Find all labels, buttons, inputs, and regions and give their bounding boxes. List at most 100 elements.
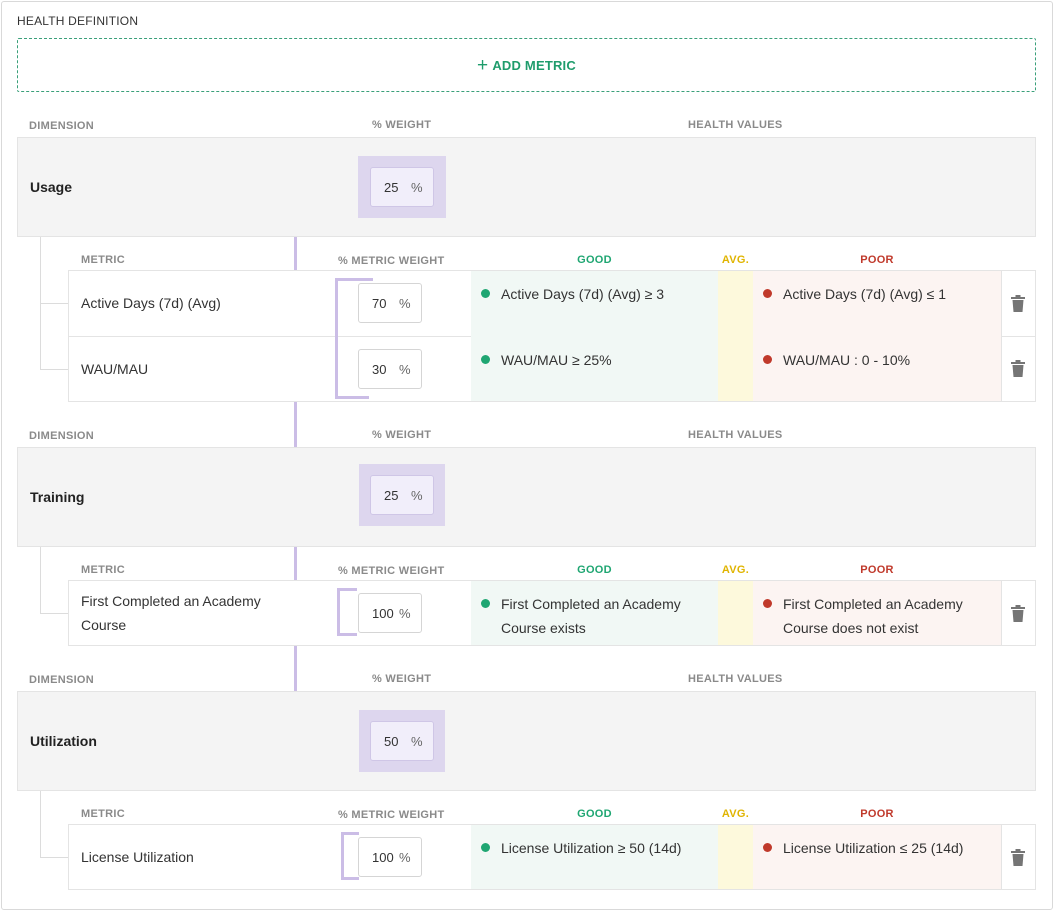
metric-weight-bracket-bottom [335, 396, 369, 399]
poor-value: WAU/MAU : 0 - 10% [783, 352, 911, 368]
metric-weight-header: % METRIC WEIGHT [338, 809, 445, 821]
trash-icon[interactable] [1011, 295, 1025, 312]
dimension-name: Utilization [30, 733, 97, 749]
trash-icon[interactable] [1011, 605, 1025, 622]
good-dot-icon [481, 843, 490, 852]
metric-weight-value: 100 [372, 850, 394, 865]
metric-weight-header: % METRIC WEIGHT [338, 565, 445, 577]
metric-weight-bracket [335, 279, 338, 399]
metric-weight-input[interactable]: 70 % [358, 283, 422, 323]
poor-value: Active Days (7d) (Avg) ≤ 1 [783, 286, 947, 302]
dimension-row-training: Training [17, 447, 1036, 547]
dimension-weight-utilization: 50 % [359, 710, 445, 772]
good-value: WAU/MAU ≥ 25% [501, 352, 612, 368]
good-value: First Completed an Academy Course exists [501, 596, 681, 636]
metric-weight-value: 100 [372, 606, 394, 621]
dimension-weight-input[interactable]: 50 % [370, 721, 434, 761]
good-value: Active Days (7d) (Avg) ≥ 3 [501, 286, 665, 302]
poor-dot-icon [763, 355, 772, 364]
metric-name: Active Days (7d) (Avg) [81, 295, 221, 311]
avg-header: AVG. [721, 808, 750, 820]
good-value: License Utilization ≥ 50 (14d) [501, 840, 682, 856]
dimension-name: Usage [30, 179, 73, 195]
plus-icon: + [477, 54, 489, 76]
dimension-row-usage: Usage [17, 137, 1036, 237]
poor-value: License Utilization ≤ 25 (14d) [783, 840, 964, 856]
weight-header: % WEIGHT [372, 673, 432, 685]
good-header: GOOD [577, 254, 612, 266]
row-divider [69, 336, 471, 337]
health-values-header: HEALTH VALUES [688, 429, 783, 441]
add-metric-button[interactable]: + ADD METRIC [17, 38, 1036, 92]
weight-value: 50 [384, 734, 399, 749]
weight-header: % WEIGHT [372, 429, 432, 441]
metric-weight-unit: % [399, 362, 411, 377]
avg-column [718, 271, 753, 401]
weight-unit: % [411, 180, 423, 195]
health-values-header: HEALTH VALUES [688, 673, 783, 685]
metric-weight-input[interactable]: 100 % [358, 837, 422, 877]
tree-line [40, 857, 68, 858]
dimension-row-utilization: Utilization [17, 691, 1036, 791]
weight-value: 25 [384, 488, 399, 503]
good-dot-icon [481, 355, 490, 364]
weight-header: % WEIGHT [372, 119, 432, 131]
metric-weight-unit: % [399, 850, 411, 865]
metric-weight-unit: % [399, 296, 411, 311]
metric-weight-value: 70 [372, 296, 387, 311]
poor-header: POOR [860, 254, 894, 266]
metric-weight-bracket-top [337, 588, 357, 591]
tree-line [40, 791, 41, 858]
add-metric-label: ADD METRIC [492, 57, 576, 73]
metric-name: WAU/MAU [81, 361, 149, 377]
tree-line [40, 369, 68, 370]
tree-line [40, 547, 41, 614]
good-header: GOOD [577, 564, 612, 576]
avg-column [718, 581, 753, 645]
column-divider [1001, 825, 1002, 889]
metric-header: METRIC [81, 808, 125, 820]
metric-weight-bracket [341, 833, 344, 879]
metric-weight-bracket [337, 589, 340, 635]
poor-value: First Completed an Academy Course does n… [783, 596, 963, 636]
dimension-weight-training: 25 % [359, 464, 445, 526]
dimension-weight-input[interactable]: 25 % [370, 475, 434, 515]
health-definition-panel: HEALTH DEFINITION + ADD METRIC DIMENSION… [1, 1, 1053, 910]
row-divider [1001, 336, 1036, 337]
metric-weight-input[interactable]: 30 % [358, 349, 422, 389]
avg-header: AVG. [721, 254, 750, 266]
metric-weight-value: 30 [372, 362, 387, 377]
metric-group-usage: Active Days (7d) (Avg) 70 % Active Days … [68, 270, 1036, 402]
section-title: HEALTH DEFINITION [17, 14, 139, 28]
metric-name: First Completed an Academy Course [81, 593, 261, 633]
avg-header: AVG. [721, 564, 750, 576]
good-dot-icon [481, 289, 490, 298]
good-dot-icon [481, 599, 490, 608]
poor-dot-icon [763, 599, 772, 608]
metric-weight-bracket-bottom [337, 633, 357, 636]
trash-icon[interactable] [1011, 360, 1025, 377]
poor-dot-icon [763, 843, 772, 852]
tree-line [40, 303, 68, 304]
dimension-weight-usage: 25 % [358, 156, 446, 218]
dimension-name: Training [30, 489, 85, 505]
metric-weight-bracket-top [341, 832, 359, 835]
metric-header: METRIC [81, 254, 125, 266]
weight-value: 25 [384, 180, 399, 195]
dimension-header: DIMENSION [29, 120, 95, 132]
avg-column [718, 825, 753, 889]
trash-icon[interactable] [1011, 849, 1025, 866]
dimension-weight-input[interactable]: 25 % [370, 167, 434, 207]
metric-weight-unit: % [399, 606, 411, 621]
dimension-header: DIMENSION [29, 674, 95, 686]
column-divider [1001, 271, 1002, 401]
metric-weight-header: % METRIC WEIGHT [338, 255, 445, 267]
metric-weight-input[interactable]: 100 % [358, 593, 422, 633]
dimension-header: DIMENSION [29, 430, 95, 442]
metric-weight-bracket-top [335, 278, 373, 281]
weight-unit: % [411, 734, 423, 749]
metric-group-training: First Completed an Academy Course 100 % … [68, 580, 1036, 646]
poor-dot-icon [763, 289, 772, 298]
poor-header: POOR [860, 564, 894, 576]
metric-header: METRIC [81, 564, 125, 576]
